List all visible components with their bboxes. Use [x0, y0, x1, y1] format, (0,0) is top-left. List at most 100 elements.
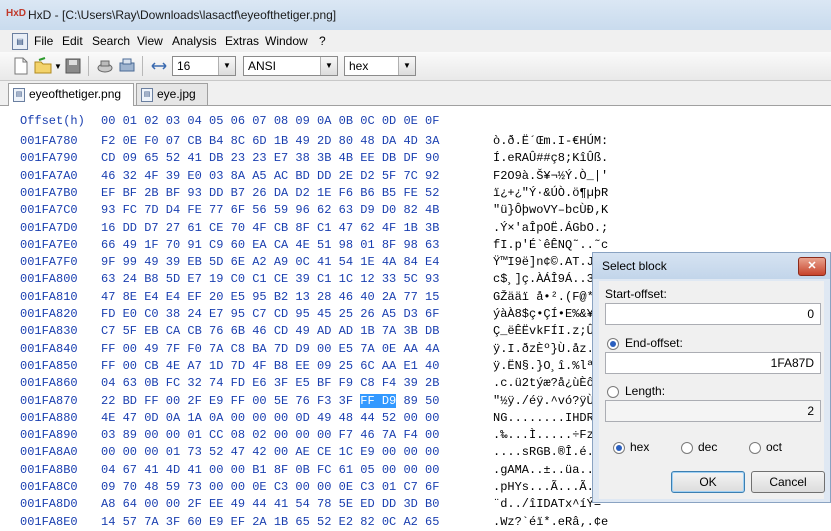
- file-tabs: ▤ eyeofthetiger.png ▤ eye.jpg: [0, 81, 831, 106]
- row-hex-bytes[interactable]: C7 5F EB CA CB 76 6B 46 CD 49 AD AD 1B 7…: [101, 324, 439, 338]
- row-hex-bytes[interactable]: 03 89 00 00 01 CC 08 02 00 00 00 F7 46 7…: [101, 428, 439, 442]
- row-hex-bytes[interactable]: FF 00 49 7F F0 7A C8 BA 7D D9 00 E5 7A 0…: [101, 342, 439, 356]
- row-offset: 001FA880: [20, 410, 78, 425]
- chevron-down-icon[interactable]: ▼: [320, 57, 337, 75]
- hex-row: 001FA8E0 14 57 7A 3F 60 E9 EF 2A 1B 65 52…: [0, 515, 831, 531]
- row-ascii[interactable]: "ü}ÔþwoVY–bcÙÐ‚K: [493, 203, 608, 217]
- row-hex-bytes[interactable]: 9F 99 49 39 EB 5D 6E A2 A9 0C 41 54 1E 4…: [101, 255, 439, 269]
- menu-file[interactable]: File: [34, 34, 53, 48]
- row-ascii[interactable]: .‰...Ì.....÷Fzô.: [493, 428, 608, 442]
- end-offset-label[interactable]: End-offset:: [625, 336, 683, 350]
- row-ascii[interactable]: .Ý×'aÎpOË.ÁGbO.;: [493, 221, 608, 235]
- open-folder-icon[interactable]: [34, 57, 52, 75]
- row-hex-bytes[interactable]: 04 67 41 4D 41 00 00 B1 8F 0B FC 61 05 0…: [101, 463, 439, 477]
- row-offset: 001FA780: [20, 134, 78, 148]
- row-ascii[interactable]: .c.ü2týæ?å¿ùÈô9+: [493, 376, 608, 390]
- row-hex-bytes[interactable]: CD 09 65 52 41 DB 23 23 E7 38 3B 4B EE D…: [101, 151, 439, 165]
- row-hex-bytes[interactable]: 63 24 B8 5D E7 19 C0 C1 CE 39 C1 1C 12 3…: [101, 272, 439, 286]
- close-icon[interactable]: ✕: [798, 257, 826, 276]
- row-hex-bytes[interactable]: 93 FC 7D D4 FE 77 6F 56 59 96 62 63 D9 D…: [101, 203, 439, 217]
- chevron-down-icon[interactable]: ▼: [218, 57, 235, 75]
- row-ascii[interactable]: c$¸]ç.ÀÁÎ9Á..3\": [493, 272, 608, 286]
- row-ascii[interactable]: GŽääï å•².(F@*w.: [493, 290, 608, 304]
- disk-icon[interactable]: [96, 57, 114, 75]
- row-hex-bytes[interactable]: 00 00 00 01 73 52 47 42 00 AE CE 1C E9 0…: [101, 445, 439, 459]
- hex-radio[interactable]: [613, 442, 625, 454]
- row-offset: 001FA890: [20, 428, 78, 443]
- row-ascii[interactable]: ýàÀ8$ç•ÇÍ•E%&¥Óo: [493, 307, 608, 321]
- row-hex-bytes[interactable]: 22 BD FF 00 2F E9 FF 00 5E 76 F3 3F FF D…: [101, 393, 439, 408]
- row-ascii[interactable]: NG........IHDR..: [493, 411, 608, 425]
- dec-radio-label[interactable]: dec: [698, 440, 717, 454]
- menu-search[interactable]: Search: [92, 34, 130, 48]
- row-ascii[interactable]: .Wz?`éï*.eRâ‚.¢e: [493, 515, 608, 529]
- toolbar-separator: [88, 56, 89, 76]
- row-hex-bytes[interactable]: 66 49 1F 70 91 C9 60 EA CA 4E 51 98 01 8…: [101, 238, 439, 252]
- row-hex-bytes[interactable]: 16 DD D7 27 61 CE 70 4F CB 8F C1 47 62 4…: [101, 221, 439, 235]
- end-offset-field[interactable]: 1FA87D: [605, 352, 821, 374]
- start-offset-field[interactable]: 0: [605, 303, 821, 325]
- row-ascii[interactable]: ï¿+¿"Ý·&ÚÒ.ö¶µþR: [493, 186, 608, 200]
- menu-help[interactable]: ?: [319, 34, 326, 48]
- row-offset: 001FA7F0: [20, 255, 78, 270]
- row-hex-bytes[interactable]: FD E0 C0 38 24 E7 95 C7 CD 95 45 25 26 A…: [101, 307, 439, 321]
- row-ascii[interactable]: F2O9à.Š¥¬½Ý.Ò_|': [493, 169, 608, 183]
- selected-bytes[interactable]: FF D9: [360, 393, 397, 408]
- offset-base-select[interactable]: hex ▼: [344, 56, 416, 76]
- row-hex-bytes[interactable]: 47 8E E4 E4 EF 20 E5 95 B2 13 28 46 40 2…: [101, 290, 439, 304]
- end-offset-radio[interactable]: [607, 338, 619, 350]
- charset-select[interactable]: ANSI ▼: [243, 56, 338, 76]
- row-ascii[interactable]: ¨d../îIDATx^íÝ=°: [493, 497, 608, 511]
- row-hex-bytes[interactable]: 4E 47 0D 0A 1A 0A 00 00 00 0D 49 48 44 5…: [101, 411, 439, 425]
- row-ascii[interactable]: ÿ.ËN§.}O¸î.%lªá@: [493, 359, 608, 373]
- bytes-per-row-select[interactable]: 16 ▼: [172, 56, 236, 76]
- cancel-button[interactable]: Cancel: [751, 471, 825, 493]
- tab-eyeofthetiger[interactable]: ▤ eyeofthetiger.png: [8, 83, 134, 106]
- row-hex-bytes[interactable]: 46 32 4F 39 E0 03 8A A5 AC BD DD 2E D2 5…: [101, 169, 439, 183]
- row-ascii[interactable]: .pHYs...Ã...Ã.Ço: [493, 480, 608, 494]
- oct-radio[interactable]: [749, 442, 761, 454]
- menu-window[interactable]: Window: [265, 34, 308, 48]
- save-icon[interactable]: [64, 57, 82, 75]
- length-radio[interactable]: [607, 386, 619, 398]
- row-ascii[interactable]: ....sRGB.®Î.é...: [493, 445, 608, 459]
- row-hex-bytes[interactable]: FF 00 CB 4E A7 1D 7D 4F B8 EE 09 25 6C A…: [101, 359, 439, 373]
- row-ascii[interactable]: Í.eRAÛ##ç8;KîÛß.: [493, 151, 608, 165]
- length-field[interactable]: 2: [605, 400, 821, 422]
- row-hex-bytes[interactable]: A8 64 00 00 2F EE 49 44 41 54 78 5E ED D…: [101, 497, 439, 511]
- hxd-app-icon: HxD: [6, 8, 27, 19]
- row-offset: 001FA830: [20, 324, 78, 339]
- row-hex-bytes[interactable]: 04 63 0B FC 32 74 FD E6 3F E5 BF F9 C8 F…: [101, 376, 439, 390]
- hex-radio-label[interactable]: hex: [630, 440, 649, 454]
- row-hex-bytes[interactable]: EF BF 2B BF 93 DD B7 26 DA D2 1E F6 B6 B…: [101, 186, 439, 200]
- row-ascii[interactable]: .gAMA..±..üa....: [493, 463, 608, 477]
- new-file-icon[interactable]: [12, 57, 30, 75]
- row-hex-bytes[interactable]: F2 0E F0 07 CB B4 8C 6D 1B 49 2D 80 48 D…: [101, 134, 439, 148]
- row-ascii[interactable]: "½ÿ./éÿ.^vó?ÿÙ‰P: [493, 394, 608, 408]
- row-ascii[interactable]: ò.ð.Ë´Œm.I-€HÚM:: [493, 134, 608, 148]
- row-offset: 001FA8C0: [20, 480, 78, 494]
- row-ascii[interactable]: fI.p'É`êÊNQ˜..˜c: [493, 238, 608, 252]
- hex-row: 001FA7D0 16 DD D7 27 61 CE 70 4F CB 8F C1…: [0, 221, 831, 237]
- chevron-down-icon[interactable]: ▼: [398, 57, 415, 75]
- menu-extras[interactable]: Extras: [225, 34, 259, 48]
- menu-view[interactable]: View: [137, 34, 163, 48]
- ok-button[interactable]: OK: [671, 471, 745, 493]
- document-menu-icon[interactable]: ▤: [12, 33, 28, 50]
- menu-edit[interactable]: Edit: [62, 34, 83, 48]
- row-ascii[interactable]: ÿ.I.ðzÈº}Ù.åz.ªJ: [493, 342, 608, 356]
- menu-analysis[interactable]: Analysis: [172, 34, 217, 48]
- tab-eye-jpg[interactable]: ▤ eye.jpg: [136, 83, 208, 105]
- dec-radio[interactable]: [681, 442, 693, 454]
- row-ascii[interactable]: Ÿ™I9ë]n¢©.AT.J„ä: [493, 255, 608, 269]
- menu-bar: ▤ File Edit Search View Analysis Extras …: [0, 30, 831, 52]
- row-offset: 001FA870: [20, 393, 78, 408]
- length-label[interactable]: Length:: [625, 384, 665, 398]
- hex-row: 001FA7B0 EF BF 2B BF 93 DD B7 26 DA D2 1E…: [0, 186, 831, 202]
- row-hex-bytes[interactable]: 09 70 48 59 73 00 00 0E C3 00 00 0E C3 0…: [101, 480, 439, 494]
- open-dropdown-icon[interactable]: ▼: [54, 62, 62, 71]
- row-ascii[interactable]: Ç_ëÊËvkFÍI­­.z;Û: [493, 324, 594, 338]
- oct-radio-label[interactable]: oct: [766, 440, 782, 454]
- ram-icon[interactable]: [118, 57, 136, 75]
- row-hex-bytes[interactable]: 14 57 7A 3F 60 E9 EF 2A 1B 65 52 E2 82 0…: [101, 515, 439, 529]
